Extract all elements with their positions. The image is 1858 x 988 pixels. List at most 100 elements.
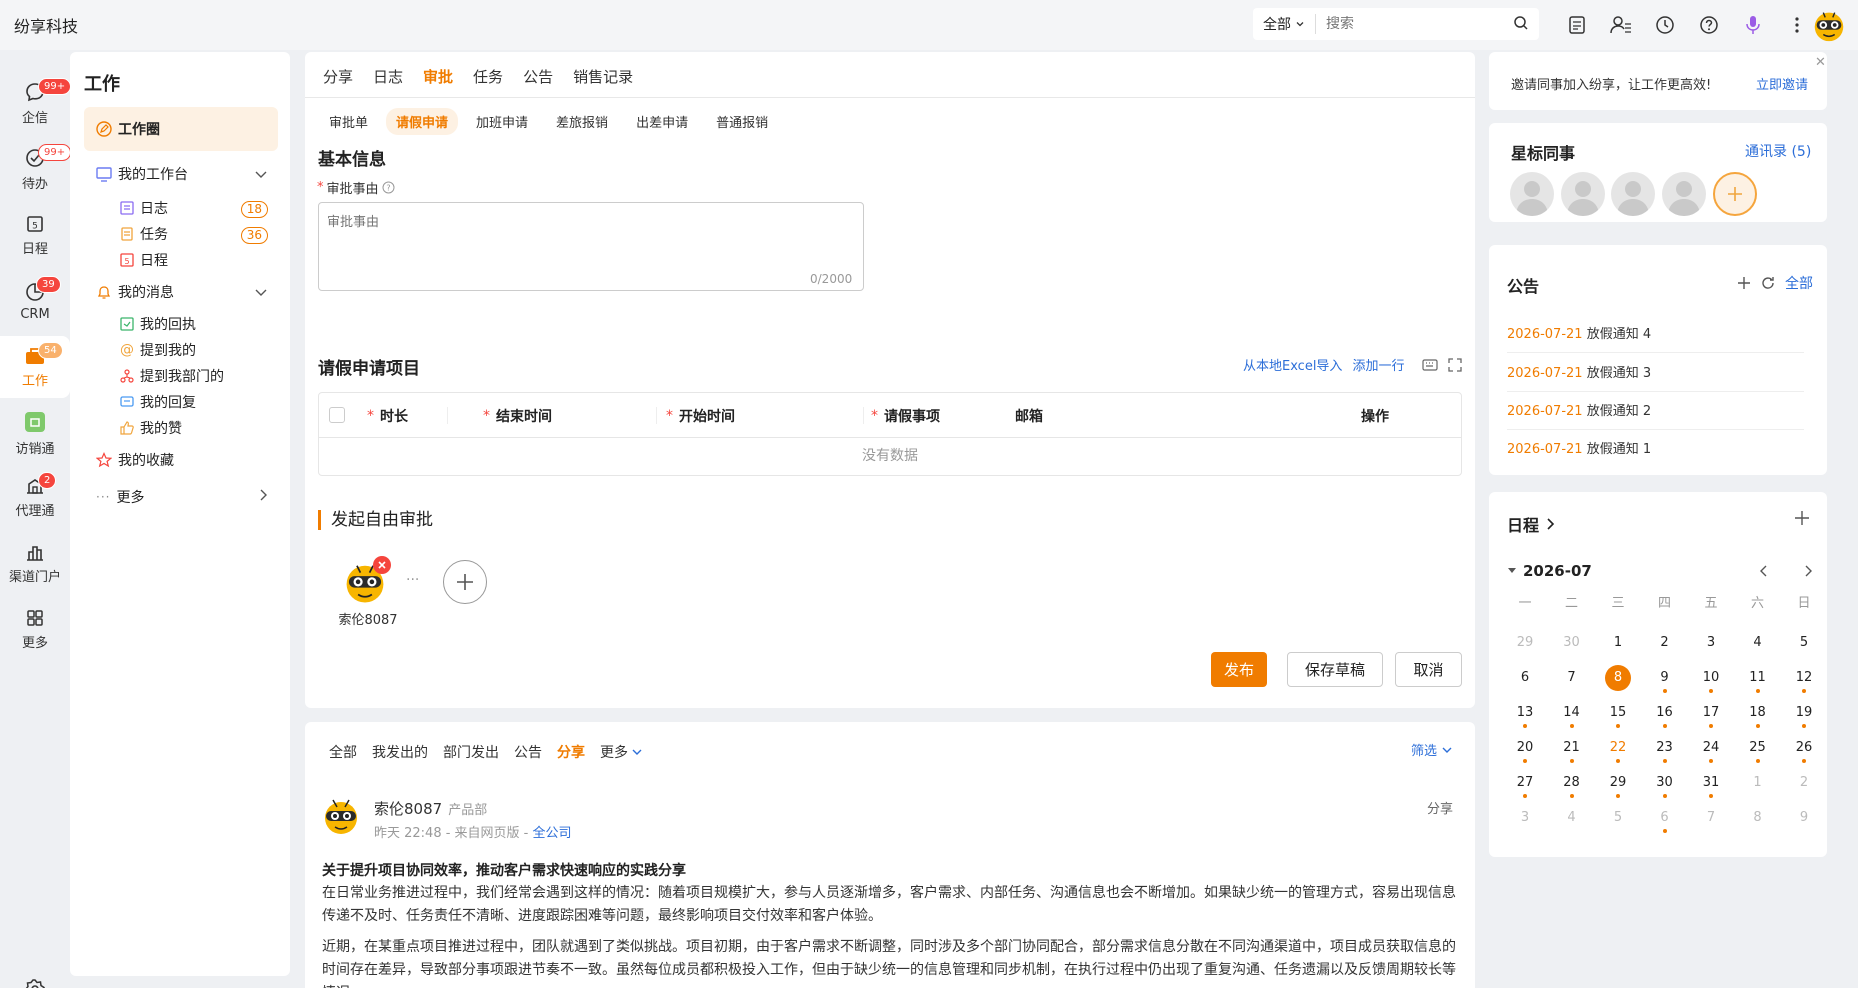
calendar-day[interactable]: 5	[1782, 630, 1826, 660]
calendar-day[interactable]: 31	[1689, 770, 1733, 800]
add-approver-button[interactable]	[443, 560, 487, 604]
calendar-day[interactable]: 25	[1736, 735, 1780, 765]
tab-sales-record[interactable]: 销售记录	[573, 66, 633, 87]
subtab-approval-form[interactable]: 审批单	[319, 108, 378, 135]
nav-crm[interactable]: CRM 39	[0, 270, 70, 332]
calendar-day[interactable]: 30	[1643, 770, 1687, 800]
sidebar-item-more[interactable]: ··· 更多	[96, 487, 144, 507]
select-all-checkbox[interactable]	[329, 407, 345, 423]
calendar-day[interactable]: 22	[1596, 735, 1640, 765]
column-header-duration[interactable]: * 时长	[367, 406, 408, 426]
nav-visit-sales[interactable]: 访销通	[0, 402, 70, 464]
calendar-day[interactable]: 26	[1782, 735, 1826, 765]
sidebar-item-mention-dept[interactable]: 提到我部门的	[120, 366, 224, 386]
calendar-day[interactable]: 2	[1643, 630, 1687, 660]
calendar-day[interactable]: 5	[1596, 805, 1640, 835]
calendar-day[interactable]: 27	[1503, 770, 1547, 800]
notice-item[interactable]: 2026-07-21 放假通知 3	[1507, 362, 1804, 392]
calendar-day[interactable]: 14	[1550, 700, 1594, 730]
sidebar-item-like[interactable]: 我的赞	[120, 418, 182, 438]
notice-item[interactable]: 2026-07-21 放假通知 4	[1507, 323, 1804, 353]
search-icon[interactable]	[1513, 15, 1529, 31]
column-header-email[interactable]: 邮箱	[1015, 406, 1043, 426]
settings-gear-icon[interactable]	[24, 978, 46, 988]
calendar-day[interactable]: 15	[1596, 700, 1640, 730]
feed-tab-more[interactable]: 更多	[600, 742, 643, 762]
calendar-day[interactable]: 13	[1503, 700, 1547, 730]
close-icon[interactable]: ✕	[1815, 55, 1826, 70]
add-schedule-icon[interactable]	[1794, 510, 1810, 526]
nav-more[interactable]: 更多	[0, 598, 70, 660]
column-header-end-time[interactable]: * 结束时间	[483, 406, 552, 426]
calendar-day[interactable]: 6	[1503, 665, 1547, 695]
notice-item[interactable]: 2026-07-21 放假通知 1	[1507, 438, 1804, 467]
calendar-month[interactable]: 2026-07	[1507, 562, 1592, 580]
calendar-day[interactable]: 12	[1782, 665, 1826, 695]
calendar-day[interactable]: 23	[1643, 735, 1687, 765]
feed-tab-share[interactable]: 分享	[557, 742, 585, 762]
plus-icon[interactable]	[1737, 276, 1751, 290]
calendar-day[interactable]: 4	[1736, 630, 1780, 660]
calendar-day[interactable]: 30	[1550, 630, 1594, 660]
subtab-business-trip[interactable]: 出差申请	[626, 108, 698, 135]
tab-share[interactable]: 分享	[323, 66, 353, 87]
calendar-day[interactable]: 3	[1503, 805, 1547, 835]
post-author-avatar[interactable]	[321, 794, 361, 838]
calendar-day[interactable]: 1	[1736, 770, 1780, 800]
sidebar-item-mention[interactable]: @ 提到我的	[120, 340, 196, 360]
import-excel-link[interactable]: 从本地Excel导入	[1243, 355, 1342, 374]
nav-schedule[interactable]: 5 日程	[0, 204, 70, 266]
nav-todo[interactable]: 待办 99+	[0, 138, 72, 200]
tab-task[interactable]: 任务	[473, 66, 503, 87]
calendar-day[interactable]: 29	[1503, 630, 1547, 660]
subtab-overtime[interactable]: 加班申请	[466, 108, 538, 135]
sidebar-item-receipt[interactable]: 我的回执	[120, 314, 196, 334]
calendar-day[interactable]: 19	[1782, 700, 1826, 730]
tab-approval[interactable]: 审批	[423, 66, 453, 87]
calendar-day[interactable]: 16	[1643, 700, 1687, 730]
help-circle-icon[interactable]: ?	[382, 181, 395, 194]
contacts-card-icon[interactable]	[1562, 10, 1592, 40]
nav-work[interactable]: 工作 54	[0, 336, 70, 398]
calendar-day[interactable]: 3	[1689, 630, 1733, 660]
user-avatar[interactable]	[1810, 6, 1848, 44]
filter-button[interactable]: 筛选	[1411, 740, 1453, 759]
nav-agency[interactable]: 代理通 2	[0, 466, 70, 528]
search-input[interactable]	[1316, 16, 1496, 32]
calendar-day[interactable]: 11	[1736, 665, 1780, 695]
calendar-day[interactable]: 4	[1550, 805, 1594, 835]
schedule-title[interactable]: 日程	[1507, 512, 1555, 536]
reason-textarea[interactable]	[318, 202, 864, 291]
calendar-day[interactable]: 7	[1550, 665, 1594, 695]
chevron-right-icon[interactable]	[1802, 564, 1814, 578]
user-settings-icon[interactable]	[1606, 10, 1636, 40]
clock-icon[interactable]	[1650, 10, 1680, 40]
search-scope-select[interactable]: 全部	[1253, 14, 1316, 34]
feed-tab-notice[interactable]: 公告	[514, 742, 542, 762]
subtab-travel-reimburse[interactable]: 差旅报销	[546, 108, 618, 135]
nav-channel-portal[interactable]: 渠道门户	[0, 532, 70, 594]
notice-item[interactable]: 2026-07-21 放假通知 2	[1507, 400, 1804, 430]
calendar-day[interactable]: 9	[1782, 805, 1826, 835]
feed-tab-dept[interactable]: 部门发出	[443, 742, 499, 762]
chevron-down-icon[interactable]	[254, 287, 268, 297]
calendar-day[interactable]: 1	[1596, 630, 1640, 660]
save-draft-button[interactable]: 保存草稿	[1287, 652, 1383, 687]
colleague-avatar[interactable]	[1561, 172, 1605, 216]
feed-tab-sent[interactable]: 我发出的	[372, 742, 428, 762]
add-row-link[interactable]: 添加一行	[1352, 355, 1404, 374]
post-author-name[interactable]: 索伦8087	[374, 798, 442, 819]
calendar-day[interactable]: 2	[1782, 770, 1826, 800]
sidebar-item-messages[interactable]: 我的消息	[96, 282, 174, 302]
sidebar-item-workbench[interactable]: 我的工作台	[96, 164, 280, 184]
notices-all-link[interactable]: 全部	[1785, 273, 1813, 293]
calendar-day[interactable]: 28	[1550, 770, 1594, 800]
column-header-leave-item[interactable]: * 请假事项	[871, 406, 940, 426]
sidebar-item-work-circle-row[interactable]: 工作圈	[96, 119, 160, 139]
sidebar-item-reply[interactable]: 我的回复	[120, 392, 196, 412]
calendar-day[interactable]: 17	[1689, 700, 1733, 730]
help-icon[interactable]	[1694, 10, 1724, 40]
subtab-leave[interactable]: 请假申请	[386, 108, 459, 135]
calendar-day[interactable]: 24	[1689, 735, 1733, 765]
calendar-day[interactable]: 18	[1736, 700, 1780, 730]
